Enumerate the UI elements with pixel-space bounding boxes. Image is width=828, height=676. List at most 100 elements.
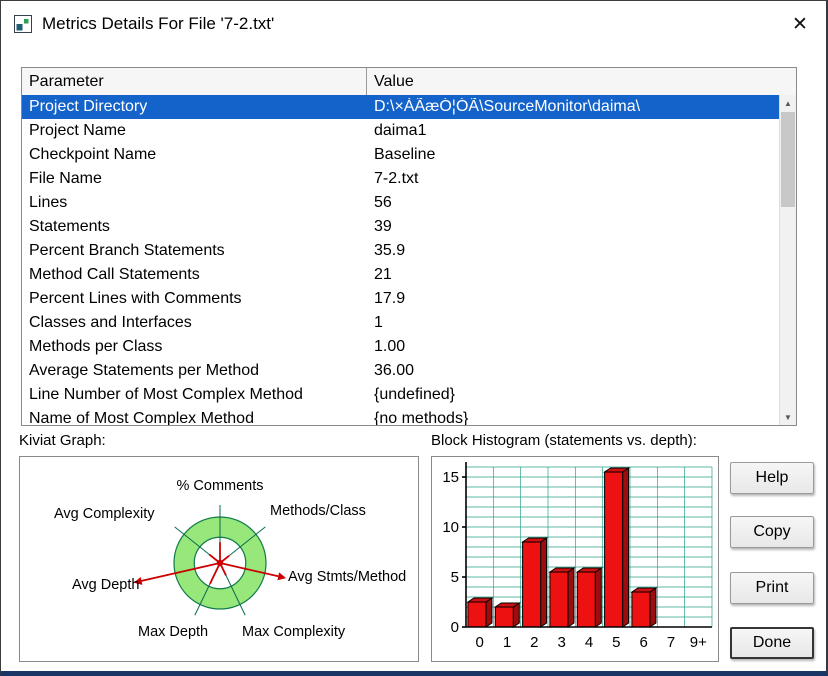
parameter-cell: Percent Branch Statements [29,242,225,259]
kiviat-center-dot [216,559,224,567]
value-cell: daima1 [374,122,427,139]
value-cell: 56 [374,194,392,211]
histogram-bar [494,606,514,628]
histogram-bar [576,571,596,628]
scroll-up-button[interactable]: ▲ [780,95,796,111]
histogram-bar [549,571,569,628]
done-button[interactable]: Done [730,627,814,659]
table-row[interactable]: Lines 56 [22,191,779,215]
table-row[interactable]: Average Statements per Method 36.00 [22,359,779,383]
histogram-bar-side [622,467,630,628]
scroll-down-button[interactable]: ▼ [780,409,796,425]
parameter-cell: Methods per Class [29,338,163,355]
histogram-bar-side [540,537,548,628]
table-row[interactable]: Name of Most Complex Method {no methods} [22,407,779,425]
histogram-bar-side [485,597,493,628]
kiviat-axis-label: Max Complexity [242,624,346,640]
histogram-label: Block Histogram (statements vs. depth): [431,432,697,449]
histogram-bar-side [649,587,657,628]
table-row[interactable]: Percent Lines with Comments 17.9 [22,287,779,311]
histogram-xtick: 5 [612,634,620,651]
table-row[interactable]: Checkpoint Name Baseline [22,143,779,167]
parameter-cell: Line Number of Most Complex Method [29,386,303,403]
close-button[interactable]: ✕ [784,8,816,40]
parameter-cell: Lines [29,194,68,211]
value-cell: 1.00 [374,338,406,355]
histogram-bar [467,601,487,628]
kiviat-graph: % Comments Methods/Class Avg Stmts/Method M… [19,456,419,662]
close-icon: ✕ [792,13,808,35]
parameter-cell: Statements [29,218,110,235]
window-title: Metrics Details For File '7-2.txt' [42,14,275,33]
table-row[interactable]: Line Number of Most Complex Method {undef… [22,383,779,407]
value-cell: D:\×ÀÃæÓ¦ÓÃ\SourceMonitor\daima\ [374,98,641,115]
histogram-xtick: 2 [530,634,538,651]
histogram-xtick: 7 [667,634,675,651]
parameter-cell: Percent Lines with Comments [29,290,242,307]
scroll-thumb[interactable] [781,112,795,207]
histogram-xtick: 3 [557,634,565,651]
column-header-parameter[interactable]: Parameter [22,68,367,95]
kiviat-axis-label: % Comments [176,478,263,494]
column-header-value[interactable]: Value [367,68,796,95]
value-cell: 35.9 [374,242,406,259]
parameter-cell: Project Name [29,122,126,139]
kiviat-axis-label: Methods/Class [270,503,366,519]
table-header: Parameter Value [22,68,796,96]
table-scrollbar[interactable]: ▲ ▼ [779,95,796,425]
parameter-cell: Name of Most Complex Method [29,410,254,425]
histogram-bar [604,471,624,628]
value-cell: {undefined} [374,386,455,403]
histogram-ytick: 10 [442,519,459,536]
histogram-xtick: 0 [475,634,483,651]
histogram-bar-side [567,567,575,628]
table-row[interactable]: Percent Branch Statements 35.9 [22,239,779,263]
kiviat-graph-label: Kiviat Graph: [19,432,106,449]
value-cell: 1 [374,314,383,331]
histogram-xtick: 4 [585,634,593,651]
kiviat-arrow [277,572,287,581]
value-cell: 21 [374,266,392,283]
dialog-window: Metrics Details For File '7-2.txt' ✕ Par… [0,0,828,676]
kiviat-axis-label: Max Depth [138,624,208,640]
kiviat-axis-label: Avg Depth [72,577,139,593]
histogram-bar-side [594,567,602,628]
parameter-cell: File Name [29,170,102,187]
app-icon [14,15,32,33]
scroll-down-icon: ▼ [784,412,792,422]
kiviat-axis-label: Avg Complexity [54,506,155,522]
parameter-cell: Average Statements per Method [29,362,260,379]
kiviat-axis-label: Avg Stmts/Method [288,569,406,585]
parameter-cell: Method Call Statements [29,266,200,283]
table-row[interactable]: Classes and Interfaces 1 [22,311,779,335]
metrics-table: Parameter Value Project Directory D:\×ÀÃæ… [21,67,797,426]
value-cell: Baseline [374,146,436,163]
histogram-svg: 0 5 10 15 0 1 2 3 4 5 6 7 9+ [442,462,713,651]
copy-button[interactable]: Copy [730,516,814,548]
value-cell: 17.9 [374,290,406,307]
histogram-xtick: 1 [503,634,511,651]
block-histogram: 0 5 10 15 0 1 2 3 4 5 6 7 9+ [431,456,719,662]
table-row[interactable]: Methods per Class 1.00 [22,335,779,359]
histogram-ytick: 5 [451,569,459,586]
table-row[interactable]: Method Call Statements 21 [22,263,779,287]
print-button[interactable]: Print [730,572,814,604]
table-row[interactable]: Statements 39 [22,215,779,239]
parameter-cell: Checkpoint Name [29,146,157,163]
value-cell: 36.00 [374,362,415,379]
parameter-cell: Project Directory [29,98,148,115]
help-button[interactable]: Help [730,462,814,494]
kiviat-svg: % Comments Methods/Class Avg Stmts/Method M… [54,478,406,640]
histogram-ytick: 15 [442,469,459,486]
histogram-xtick: 9+ [690,634,707,651]
table-row[interactable]: Project Directory D:\×ÀÃæÓ¦ÓÃ\SourceMonit… [22,95,779,119]
histogram-xtick: 6 [639,634,647,651]
table-row[interactable]: File Name 7-2.txt [22,167,779,191]
title-bar[interactable]: Metrics Details For File '7-2.txt' ✕ [1,1,826,47]
histogram-bar [631,591,651,628]
parameter-cell: Classes and Interfaces [29,314,192,331]
table-row[interactable]: Project Name daima1 [22,119,779,143]
value-cell: 7-2.txt [374,170,419,187]
histogram-ytick: 0 [451,619,459,636]
value-cell: 39 [374,218,392,235]
